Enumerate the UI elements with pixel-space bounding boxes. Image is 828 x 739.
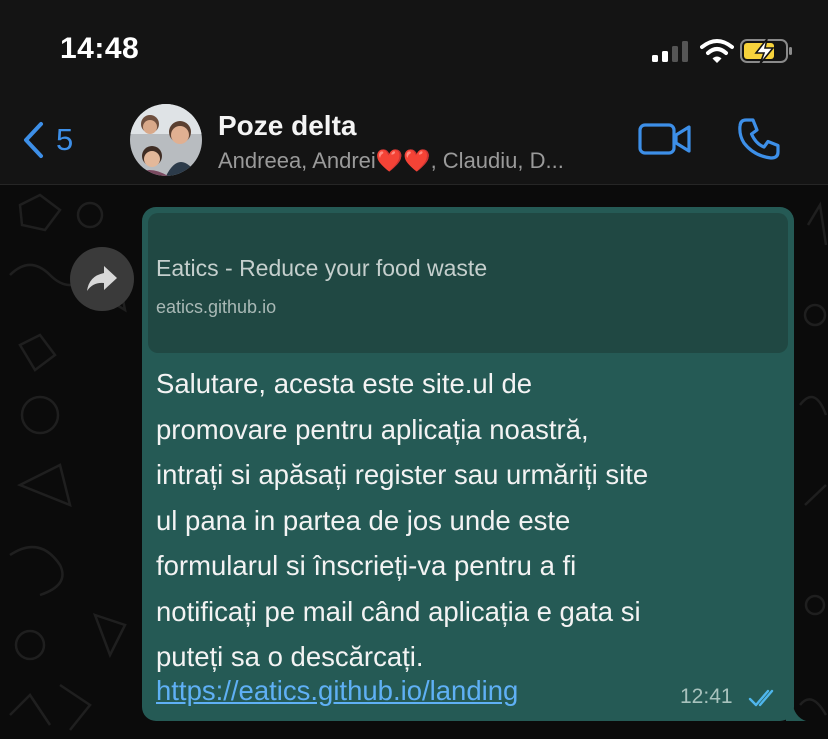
link-preview[interactable]: Eatics - Reduce your food waste eatics.g… bbox=[148, 213, 788, 353]
wifi-icon bbox=[700, 39, 734, 63]
phone-call-icon[interactable] bbox=[736, 116, 782, 162]
link-preview-title: Eatics - Reduce your food waste bbox=[156, 255, 488, 281]
bubble-tail bbox=[786, 701, 806, 721]
read-receipt-icon bbox=[748, 689, 774, 707]
chat-header: 5 Poze delta Andreea, Andrei❤️❤️, Claudi… bbox=[0, 96, 828, 185]
message-bubble[interactable]: Eatics - Reduce your food waste eatics.g… bbox=[142, 207, 794, 721]
chat-participants[interactable]: Andreea, Andrei❤️❤️, Claudiu, D... bbox=[218, 148, 618, 174]
message-text: Salutare, acesta este site.ul de promova… bbox=[156, 368, 649, 672]
unread-count: 5 bbox=[56, 122, 74, 157]
status-bar: 14:48 bbox=[0, 0, 828, 96]
cellular-signal-icon bbox=[652, 41, 688, 62]
link-preview-url: eatics.github.io bbox=[156, 297, 277, 317]
back-button[interactable]: 5 bbox=[22, 118, 92, 162]
status-time: 14:48 bbox=[60, 32, 140, 65]
chat-title[interactable]: Poze delta bbox=[218, 110, 356, 142]
video-call-icon[interactable] bbox=[638, 122, 692, 156]
forward-button[interactable] bbox=[70, 247, 134, 311]
chevron-left-icon bbox=[24, 122, 43, 158]
message-time: 12:41 bbox=[680, 685, 733, 708]
forward-arrow-icon bbox=[87, 266, 117, 291]
message-link[interactable]: https://eatics.github.io/landing bbox=[156, 668, 518, 714]
chat-area[interactable]: Eatics - Reduce your food waste eatics.g… bbox=[0, 185, 828, 739]
battery-charging-icon bbox=[740, 38, 792, 65]
group-avatar[interactable] bbox=[130, 104, 202, 176]
